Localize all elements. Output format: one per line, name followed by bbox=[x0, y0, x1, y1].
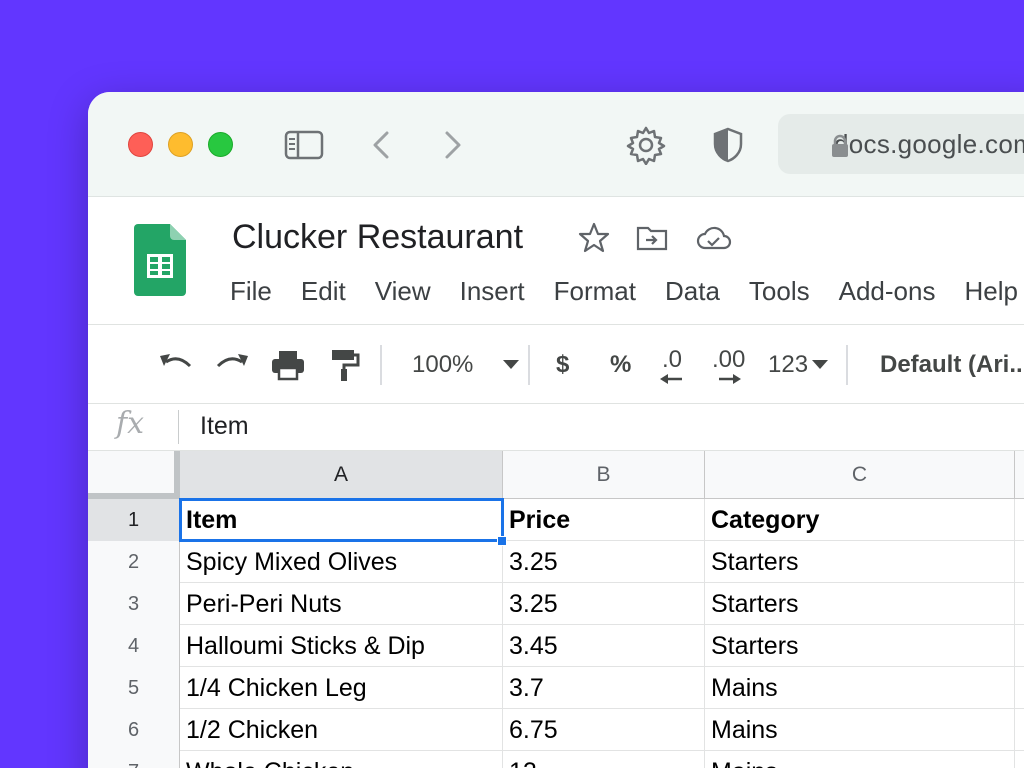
menu-view[interactable]: View bbox=[375, 276, 431, 307]
chevron-down-icon bbox=[812, 360, 829, 369]
formula-input[interactable]: Item bbox=[200, 412, 249, 441]
menu-add-ons[interactable]: Add-ons bbox=[839, 276, 936, 307]
forward-icon[interactable] bbox=[440, 125, 464, 165]
column-header-b[interactable]: B bbox=[503, 451, 705, 499]
formula-bar: fx Item bbox=[88, 404, 1024, 451]
cell-c6[interactable]: Mains bbox=[705, 709, 1015, 751]
row-header[interactable]: 1 bbox=[88, 499, 180, 541]
increase-decimal-button[interactable]: .00 bbox=[712, 325, 745, 405]
table-row: 1 Item Price Category bbox=[88, 499, 1024, 541]
address-bar[interactable]: docs.google.com bbox=[778, 114, 1024, 174]
fill-handle[interactable] bbox=[497, 536, 507, 546]
arrow-right-icon bbox=[718, 374, 741, 384]
close-window-button[interactable] bbox=[128, 132, 153, 157]
row-header[interactable]: 4 bbox=[88, 625, 180, 667]
shield-icon[interactable] bbox=[712, 125, 744, 165]
fx-icon: fx bbox=[116, 406, 145, 441]
cell-a4[interactable]: Halloumi Sticks & Dip bbox=[180, 625, 503, 667]
decrease-decimal-button[interactable]: .0 bbox=[660, 325, 684, 405]
gear-icon[interactable] bbox=[626, 125, 666, 165]
minimize-window-button[interactable] bbox=[168, 132, 193, 157]
star-icon[interactable] bbox=[578, 222, 610, 259]
paint-format-icon[interactable] bbox=[330, 325, 360, 405]
menu-data[interactable]: Data bbox=[665, 276, 720, 307]
table-row: 2 Spicy Mixed Olives 3.25 Starters bbox=[88, 541, 1024, 583]
undo-icon[interactable] bbox=[158, 325, 194, 405]
toolbar-separator bbox=[528, 345, 530, 385]
row-header[interactable]: 5 bbox=[88, 667, 180, 709]
document-title[interactable]: Clucker Restaurant bbox=[232, 218, 523, 257]
toolbar-separator bbox=[380, 345, 382, 385]
chevron-down-icon bbox=[503, 360, 520, 369]
cell-b7[interactable]: 12 bbox=[503, 751, 705, 768]
row-header[interactable]: 7 bbox=[88, 751, 180, 768]
cell-a3[interactable]: Peri-Peri Nuts bbox=[180, 583, 503, 625]
formula-separator bbox=[178, 410, 179, 444]
table-row: 6 1/2 Chicken 6.75 Mains bbox=[88, 709, 1024, 751]
column-header-c[interactable]: C bbox=[705, 451, 1015, 499]
row-header[interactable]: 3 bbox=[88, 583, 180, 625]
menu-edit[interactable]: Edit bbox=[301, 276, 346, 307]
menu-help[interactable]: Help bbox=[964, 276, 1017, 307]
increase-decimal-label: .00 bbox=[712, 346, 746, 373]
print-icon[interactable] bbox=[270, 325, 306, 405]
sidebar-icon[interactable] bbox=[284, 125, 324, 165]
cell-a5[interactable]: 1/4 Chicken Leg bbox=[180, 667, 503, 709]
url-text: docs.google.com bbox=[834, 128, 1024, 159]
cell-a1[interactable]: Item bbox=[180, 499, 503, 541]
zoom-value: 100% bbox=[412, 351, 474, 378]
lock-icon bbox=[830, 134, 850, 163]
cell-a6[interactable]: 1/2 Chicken bbox=[180, 709, 503, 751]
sheets-logo[interactable] bbox=[134, 224, 186, 301]
cell-b5[interactable]: 3.7 bbox=[503, 667, 705, 709]
cell-a2[interactable]: Spicy Mixed Olives bbox=[180, 541, 503, 583]
browser-window: docs.google.com Clucker Restaurant File … bbox=[88, 92, 1024, 768]
menu-format[interactable]: Format bbox=[554, 276, 636, 307]
table-row: 3 Peri-Peri Nuts 3.25 Starters bbox=[88, 583, 1024, 625]
menu-tools[interactable]: Tools bbox=[749, 276, 810, 307]
menu-insert[interactable]: Insert bbox=[460, 276, 525, 307]
select-all-corner[interactable] bbox=[88, 451, 180, 499]
back-icon[interactable] bbox=[370, 125, 394, 165]
row-header[interactable]: 2 bbox=[88, 541, 180, 583]
row-header[interactable]: 6 bbox=[88, 709, 180, 751]
cell-b6[interactable]: 6.75 bbox=[503, 709, 705, 751]
menu-file[interactable]: File bbox=[230, 276, 272, 307]
cell-b2[interactable]: 3.25 bbox=[503, 541, 705, 583]
arrow-left-icon bbox=[660, 374, 682, 384]
cell-b3[interactable]: 3.25 bbox=[503, 583, 705, 625]
more-formats-button[interactable]: 123 bbox=[768, 325, 829, 405]
table-row: 7 Whole Chicken 12 Mains bbox=[88, 751, 1024, 768]
column-header-row: A B C bbox=[88, 451, 1024, 499]
zoom-window-button[interactable] bbox=[208, 132, 233, 157]
browser-toolbar: docs.google.com bbox=[88, 92, 1024, 197]
sheets-toolbar: 100% $ % .0 .00 123 Default (Ari... bbox=[88, 324, 1024, 404]
zoom-select[interactable]: 100% bbox=[412, 325, 520, 405]
more-formats-label: 123 bbox=[768, 351, 809, 378]
cell-b4[interactable]: 3.45 bbox=[503, 625, 705, 667]
cell-c4[interactable]: Starters bbox=[705, 625, 1015, 667]
cell-c2[interactable]: Starters bbox=[705, 541, 1015, 583]
move-folder-icon[interactable] bbox=[636, 222, 668, 259]
menu-bar: File Edit View Insert Format Data Tools … bbox=[230, 276, 1024, 307]
percent-format-button[interactable]: % bbox=[610, 325, 631, 405]
column-header-a[interactable]: A bbox=[180, 451, 503, 499]
cell-b1[interactable]: Price bbox=[503, 499, 705, 541]
table-row: 5 1/4 Chicken Leg 3.7 Mains bbox=[88, 667, 1024, 709]
cloud-saved-icon[interactable] bbox=[696, 222, 732, 259]
cell-a7[interactable]: Whole Chicken bbox=[180, 751, 503, 768]
cell-c1[interactable]: Category bbox=[705, 499, 1015, 541]
cell-c5[interactable]: Mains bbox=[705, 667, 1015, 709]
currency-format-button[interactable]: $ bbox=[556, 325, 569, 405]
cell-c7[interactable]: Mains bbox=[705, 751, 1015, 768]
redo-icon[interactable] bbox=[214, 325, 250, 405]
cell-c3[interactable]: Starters bbox=[705, 583, 1015, 625]
font-family-select[interactable]: Default (Ari... bbox=[880, 325, 1024, 405]
toolbar-separator bbox=[846, 345, 848, 385]
decrease-decimal-label: .0 bbox=[661, 346, 682, 373]
table-row: 4 Halloumi Sticks & Dip 3.45 Starters bbox=[88, 625, 1024, 667]
